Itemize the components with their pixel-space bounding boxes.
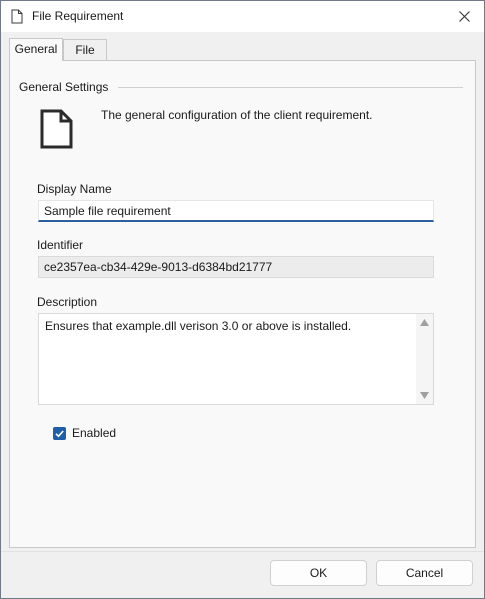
checkmark-icon [55,430,64,438]
footer-divider [1,551,484,552]
identifier-field: ce2357ea-cb34-429e-9013-d6384bd21777 [38,256,434,278]
tab-label: File [75,43,95,57]
enabled-checkbox[interactable] [53,427,66,440]
tab-general[interactable]: General [9,38,63,61]
scroll-up-icon[interactable] [420,319,429,326]
tab-label: General [14,42,58,56]
close-icon [458,11,470,22]
description-textarea[interactable]: Ensures that example.dll verison 3.0 or … [38,313,434,405]
tab-file[interactable]: File [63,39,107,60]
window-title: File Requirement [32,9,124,23]
section-title: General Settings [19,80,109,94]
description-label: Description [37,295,98,309]
vertical-scrollbar[interactable] [416,314,433,404]
document-icon [40,109,73,149]
display-name-label: Display Name [37,182,112,196]
identifier-label: Identifier [37,238,84,252]
scroll-down-icon[interactable] [420,392,429,399]
section-description: The general configuration of the client … [101,108,373,122]
title-bar: File Requirement [1,1,484,32]
dialog-window: File Requirement General File General Se… [0,0,485,599]
document-icon [11,9,23,24]
cancel-button[interactable]: Cancel [376,560,473,586]
enabled-label: Enabled [72,426,117,440]
description-text: Ensures that example.dll verison 3.0 or … [45,319,352,333]
ok-button[interactable]: OK [270,560,367,586]
display-name-input[interactable]: Sample file requirement [38,200,434,222]
section-divider [118,87,463,88]
close-button[interactable] [444,1,484,32]
